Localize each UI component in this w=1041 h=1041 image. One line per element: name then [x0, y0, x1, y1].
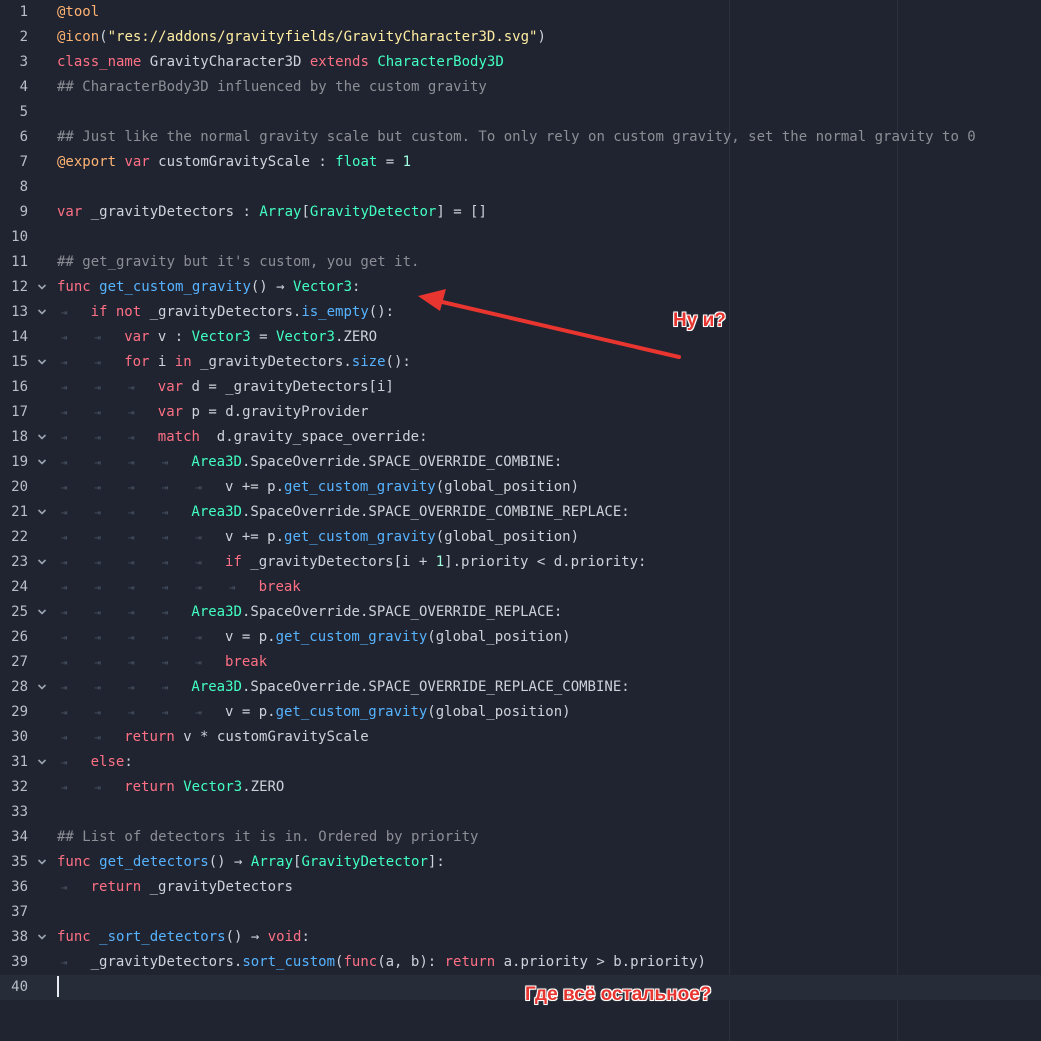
annotation-note-bottom: Где всё остальное?: [525, 984, 712, 1005]
annotation-arrow: [418, 289, 681, 359]
code-editor[interactable]: 1 @tool 2 @icon("res://addons/gravityfields…: [0, 0, 1041, 1041]
annotation-note-top: Ну и?: [673, 310, 726, 331]
